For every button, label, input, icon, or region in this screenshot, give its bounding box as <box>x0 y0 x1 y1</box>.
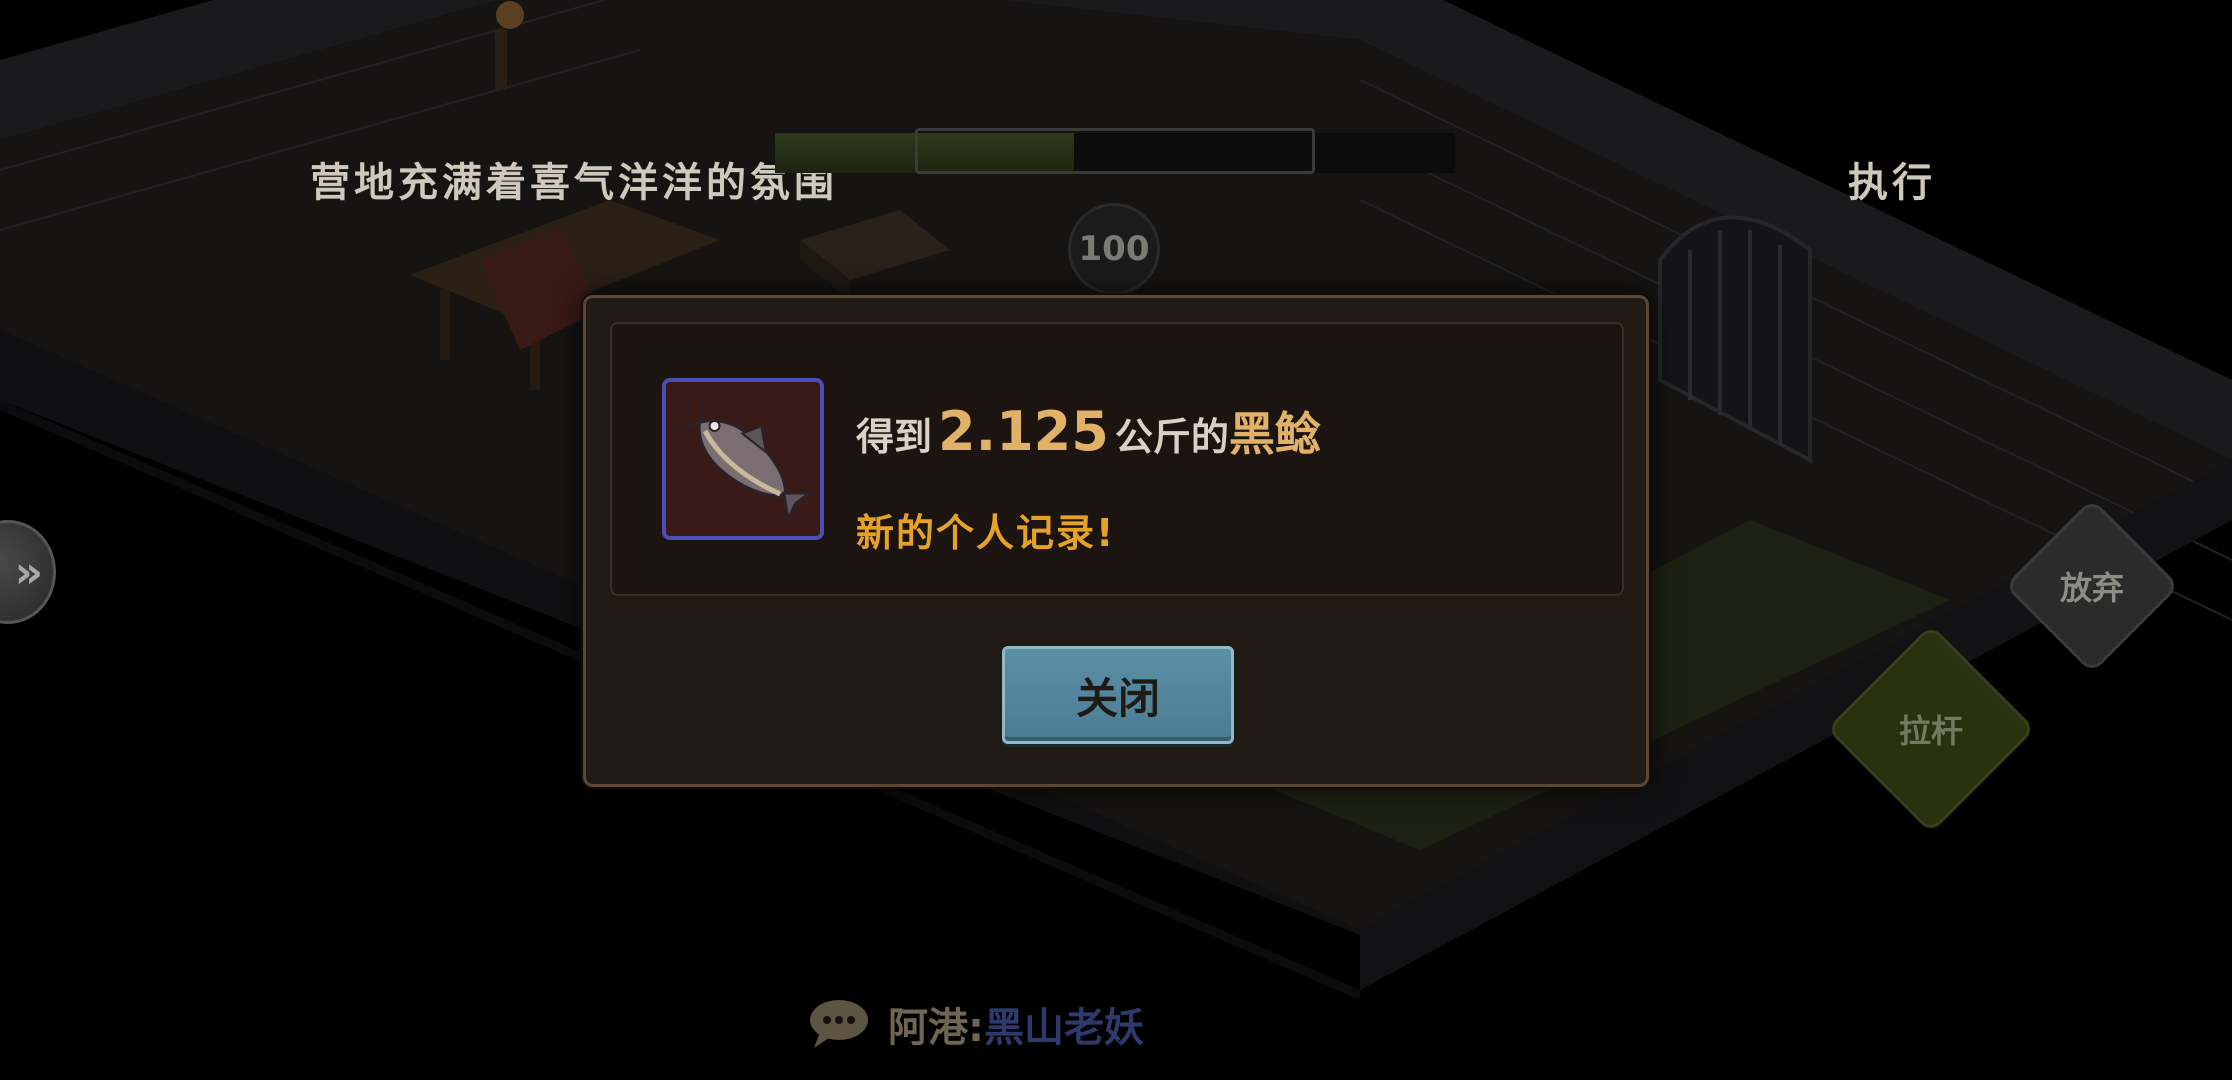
chat-line[interactable]: 阿港: 黑山老妖 <box>808 995 1144 1053</box>
chat-sender: 阿港: <box>888 1005 984 1051</box>
progress-target-frame <box>915 128 1315 174</box>
catch-result-dialog: 得到 2.125 公斤的 黑鲶 新的个人记录! 关闭 <box>583 295 1649 787</box>
fish-item-slot <box>662 378 824 540</box>
chat-bubble-icon <box>810 1000 868 1048</box>
abandon-label: 放弃 <box>2059 569 2124 607</box>
weight-unit: 公斤的 <box>1114 415 1229 459</box>
pull-rod-label: 拉杆 <box>1898 712 1963 750</box>
fish-weight: 2.125 <box>938 400 1109 463</box>
catch-info-panel: 得到 2.125 公斤的 黑鲶 新的个人记录! <box>610 322 1624 596</box>
close-button[interactable]: 关闭 <box>1002 646 1234 744</box>
execute-label[interactable]: 执行 <box>1848 150 1936 208</box>
fish-icon <box>673 398 815 524</box>
catch-summary: 得到 2.125 公斤的 黑鲶 <box>856 398 1321 464</box>
fish-name: 黑鲶 <box>1228 407 1321 461</box>
chat-message: 黑山老妖 <box>984 1005 1144 1051</box>
pull-rod-button[interactable]: 拉杆 <box>1826 624 2036 834</box>
catch-prefix: 得到 <box>856 415 933 459</box>
count-badge: 100 <box>1068 203 1160 295</box>
camp-status-text: 营地充满着喜气洋洋的氛围 <box>310 160 838 206</box>
game-screen: 营地充满着喜气洋洋的氛围 执行 100 » 放弃 拉杆 阿港: 黑山老妖 得到 … <box>0 0 2232 1080</box>
personal-record-text: 新的个人记录! <box>856 511 1116 555</box>
double-chevron-icon: » <box>14 546 43 598</box>
